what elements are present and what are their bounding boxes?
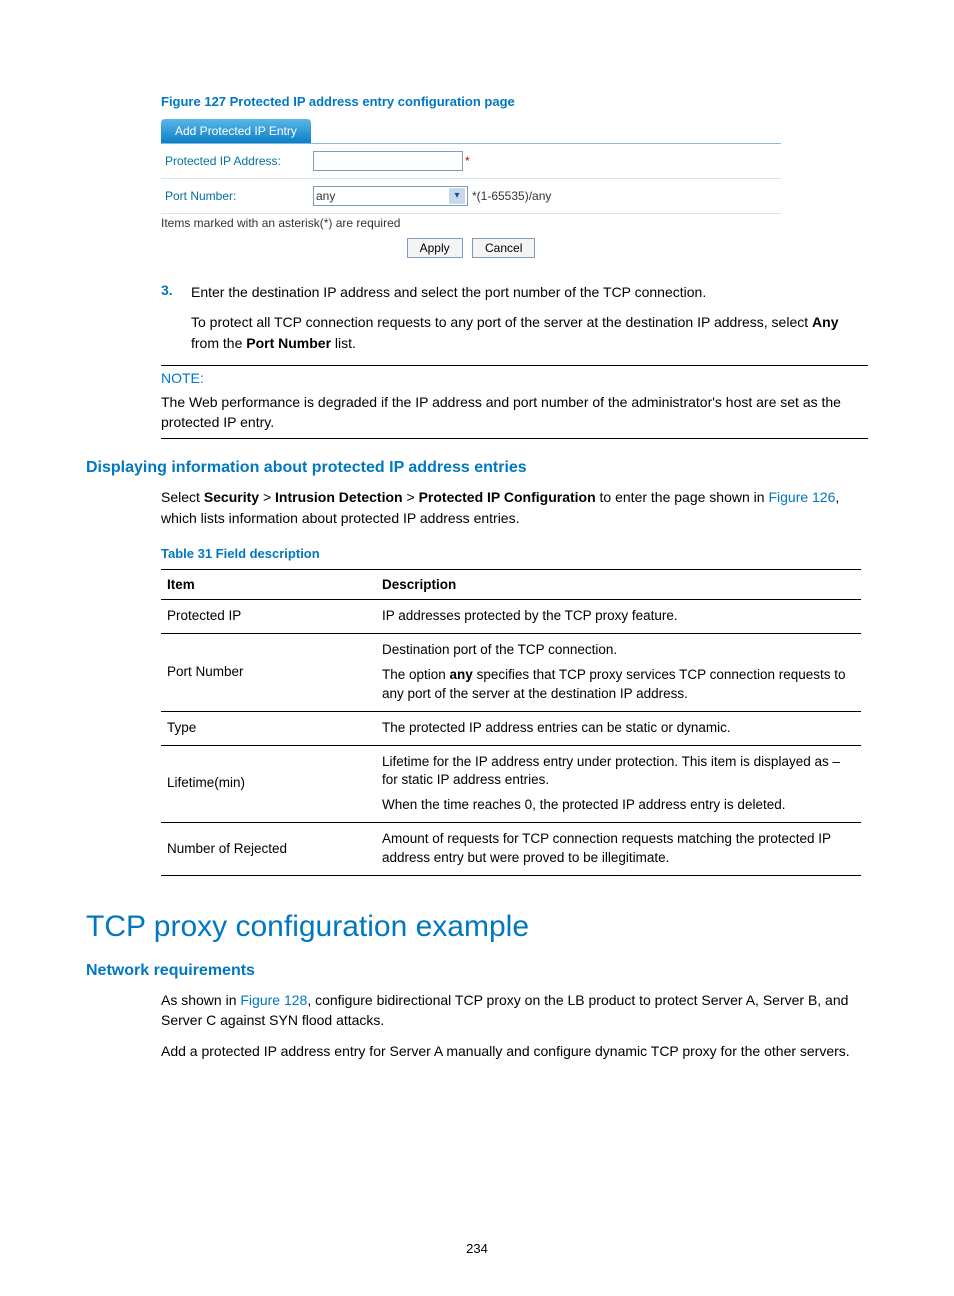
apply-button[interactable]: Apply <box>407 238 463 258</box>
link-figure-126[interactable]: Figure 126 <box>768 489 835 505</box>
form-row-port: Port Number: any ▾ *(1-65535)/any <box>161 179 781 214</box>
step-3: 3. Enter the destination IP address and … <box>161 282 868 353</box>
field-description-table: Item Description Protected IPIP addresse… <box>161 569 861 876</box>
link-figure-128[interactable]: Figure 128 <box>240 992 307 1008</box>
table-cell-item: Port Number <box>161 633 376 711</box>
divider <box>161 438 868 439</box>
netreq-p2: Add a protected IP address entry for Ser… <box>161 1041 868 1061</box>
step-text-2: To protect all TCP connection requests t… <box>191 312 868 353</box>
select-port-number[interactable]: any ▾ <box>313 186 468 206</box>
input-protected-ip[interactable] <box>313 151 463 171</box>
config-panel: Add Protected IP Entry Protected IP Addr… <box>161 119 781 258</box>
table-cell-item: Type <box>161 711 376 745</box>
page-number: 234 <box>0 1241 954 1256</box>
cancel-button[interactable]: Cancel <box>472 238 535 258</box>
tab-header: Add Protected IP Entry <box>161 119 781 144</box>
divider <box>161 365 868 366</box>
figure-caption: Figure 127 Protected IP address entry co… <box>161 94 868 109</box>
table-cell-item: Number of Rejected <box>161 823 376 876</box>
th-item: Item <box>161 570 376 600</box>
table-cell-description: The protected IP address entries can be … <box>376 711 861 745</box>
required-star-icon: * <box>465 154 470 168</box>
port-hint: *(1-65535)/any <box>472 189 551 203</box>
required-note: Items marked with an asterisk(*) are req… <box>161 214 781 232</box>
heading-network-requirements: Network requirements <box>86 962 868 980</box>
label-protected-ip: Protected IP Address: <box>165 154 313 168</box>
table-cell-item: Lifetime(min) <box>161 745 376 823</box>
table-cell-description: Lifetime for the IP address entry under … <box>376 745 861 823</box>
tab-add-protected-ip[interactable]: Add Protected IP Entry <box>161 119 311 143</box>
select-port-value: any <box>316 189 335 203</box>
heading-tcp-proxy-example: TCP proxy configuration example <box>86 910 868 944</box>
button-row: Apply Cancel <box>161 238 781 258</box>
table-cell-description: IP addresses protected by the TCP proxy … <box>376 600 861 634</box>
th-description: Description <box>376 570 861 600</box>
display-paragraph: Select Security > Intrusion Detection > … <box>161 487 868 528</box>
table-cell-item: Protected IP <box>161 600 376 634</box>
note-body: The Web performance is degraded if the I… <box>161 392 868 433</box>
chevron-down-icon: ▾ <box>449 188 465 204</box>
heading-displaying-info: Displaying information about protected I… <box>86 459 868 477</box>
form-row-ip: Protected IP Address: * <box>161 144 781 179</box>
step-text-1: Enter the destination IP address and sel… <box>191 282 868 302</box>
netreq-p1: As shown in Figure 128, configure bidire… <box>161 990 868 1031</box>
table-cell-description: Destination port of the TCP connection.T… <box>376 633 861 711</box>
note-label: NOTE: <box>161 370 868 386</box>
step-number: 3. <box>161 282 191 302</box>
table-caption: Table 31 Field description <box>161 546 868 561</box>
table-cell-description: Amount of requests for TCP connection re… <box>376 823 861 876</box>
label-port-number: Port Number: <box>165 189 313 203</box>
